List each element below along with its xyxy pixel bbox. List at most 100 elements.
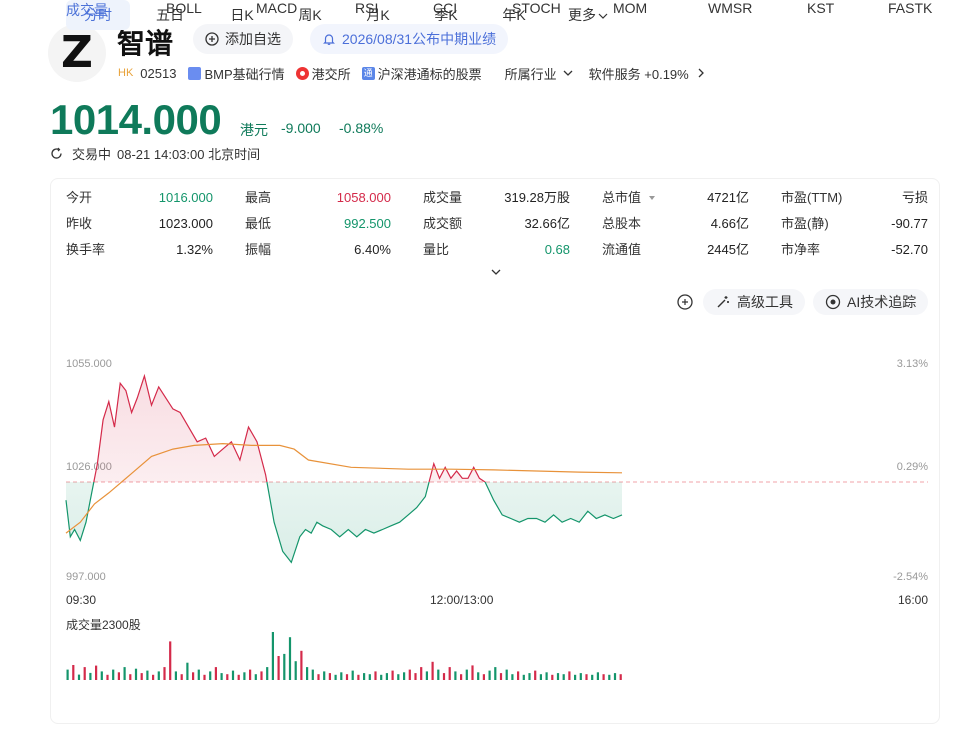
volume-bar <box>579 673 582 680</box>
volume-bar <box>591 674 594 680</box>
volume-bar <box>283 653 286 680</box>
volume-bar <box>288 637 292 680</box>
volume-bar <box>340 672 343 680</box>
volume-bar <box>505 669 508 680</box>
volume-bar <box>209 671 212 680</box>
volume-bar <box>328 673 331 680</box>
volume-bar <box>294 661 297 680</box>
indicator-tab[interactable]: WMSR <box>708 0 752 18</box>
volume-bar <box>528 673 531 680</box>
volume-bar <box>95 665 98 680</box>
volume-bar <box>551 674 554 680</box>
volume-bar <box>448 667 451 680</box>
volume-bar <box>106 674 109 680</box>
volume-bar <box>397 674 400 680</box>
volume-bar <box>460 674 463 680</box>
volume-bar <box>534 670 537 680</box>
indicator-tab[interactable]: MOM <box>613 0 647 18</box>
volume-bar <box>511 674 514 680</box>
volume-bar <box>517 671 520 680</box>
volume-bar <box>568 671 571 680</box>
volume-bar <box>260 671 263 680</box>
volume-bar <box>431 661 434 680</box>
volume-bar <box>254 674 257 680</box>
volume-bar <box>442 673 446 680</box>
volume-bar <box>266 667 269 680</box>
volume-bar <box>243 672 246 680</box>
volume-bar <box>112 669 115 680</box>
volume-bar <box>403 672 406 680</box>
volume-bar <box>494 667 497 680</box>
volume-bar <box>129 674 132 680</box>
volume-bar <box>83 667 86 680</box>
volume-bar <box>391 670 394 680</box>
volume-bar <box>374 671 377 680</box>
volume-bar <box>539 674 542 680</box>
volume-bar <box>613 673 617 680</box>
indicator-tab[interactable]: STOCH <box>512 0 561 18</box>
volume-bar <box>499 673 503 680</box>
volume-bar <box>317 674 320 680</box>
volume-bar <box>574 674 577 680</box>
volume-bar <box>146 670 149 680</box>
volume-bar <box>482 674 485 680</box>
volume-bar <box>174 671 177 680</box>
volume-bar <box>420 667 423 680</box>
volume-bar <box>351 670 354 680</box>
indicator-tab[interactable]: BOLL <box>166 0 202 18</box>
volume-bar <box>180 674 183 680</box>
volume-bar <box>197 669 200 680</box>
volume-bar <box>368 674 371 680</box>
volume-bar <box>562 674 565 680</box>
volume-bar <box>425 671 428 680</box>
volume-bar <box>72 665 75 680</box>
volume-bar <box>471 665 474 680</box>
volume-bar <box>226 674 229 680</box>
volume-bar <box>488 670 491 680</box>
volume-bar <box>585 674 588 680</box>
volume-bar <box>237 674 240 680</box>
volume-bar <box>134 668 138 680</box>
volume-bar <box>300 650 303 680</box>
indicator-tab[interactable]: FASTK <box>888 0 932 18</box>
indicator-tab[interactable]: RSI <box>355 0 378 18</box>
indicator-tab[interactable]: CCI <box>433 0 457 18</box>
volume-bar <box>203 674 206 680</box>
volume-bar <box>380 674 383 680</box>
volume-bar <box>77 674 81 680</box>
volume-bar <box>100 671 103 680</box>
volume-bar <box>271 632 274 680</box>
volume-bar <box>157 671 160 680</box>
volume-bar <box>437 669 440 680</box>
volume-bar <box>192 672 195 680</box>
volume-bar <box>249 669 252 680</box>
volume-bar <box>556 673 560 680</box>
volume-bar <box>306 667 309 680</box>
volume-bar <box>117 672 120 680</box>
indicator-tab[interactable]: 成交量 <box>66 0 108 18</box>
volume-bar <box>602 674 605 680</box>
volume-bar <box>163 667 166 680</box>
volume-bar <box>323 671 326 680</box>
volume-bar <box>89 672 92 680</box>
intraday-chart[interactable] <box>0 0 966 733</box>
volume-bar <box>123 667 126 680</box>
volume-bar <box>169 641 172 680</box>
volume-bar <box>477 672 480 680</box>
volume-bar <box>140 673 143 680</box>
volume-bar <box>357 674 360 680</box>
volume-bar <box>334 674 337 680</box>
indicator-tab[interactable]: KST <box>807 0 834 18</box>
volume-bar <box>608 674 611 680</box>
volume-bar <box>214 667 217 680</box>
indicator-tab[interactable]: MACD <box>256 0 297 18</box>
volume-bar <box>345 674 349 680</box>
price-area-up <box>93 376 486 482</box>
volume-bar <box>311 669 314 680</box>
volume-bar <box>465 669 468 680</box>
volume-bar <box>408 669 411 680</box>
volume-bar <box>619 674 622 680</box>
volume-bar <box>414 673 417 680</box>
volume-bar <box>231 670 235 680</box>
volume-bar <box>152 674 155 680</box>
